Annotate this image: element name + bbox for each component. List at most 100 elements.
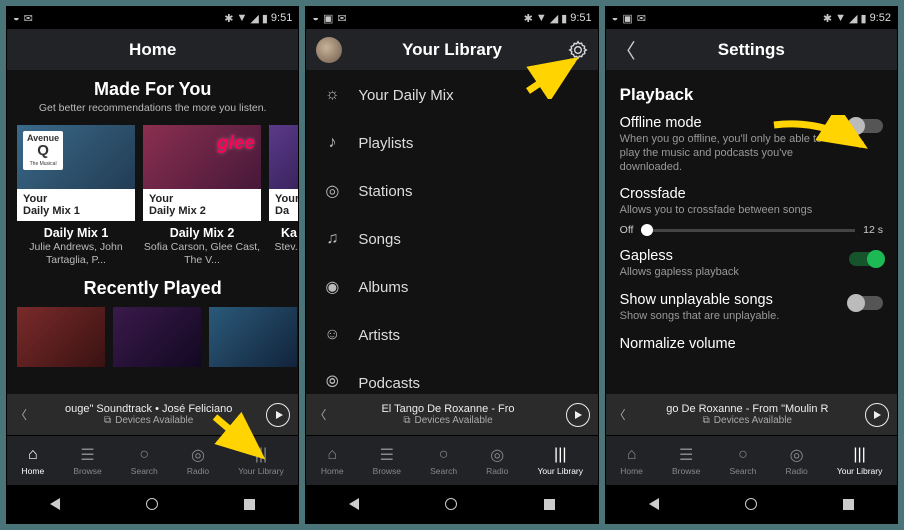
back-button[interactable]: [349, 498, 359, 510]
screenshot-icon: ▣: [323, 12, 333, 25]
home-button[interactable]: [745, 498, 757, 510]
card-title: Daily Mix 1: [17, 226, 135, 240]
card-subtitle: Stev...: [269, 241, 298, 254]
chevron-up-icon[interactable]: 〈: [314, 406, 326, 423]
card-subtitle: Sofia Carson, Glee Cast, The V...: [143, 241, 261, 266]
bottom-tabs: ⌂Home ☰Browse ○Search ◎Radio |||Your Lib…: [606, 435, 897, 485]
chevron-up-icon[interactable]: 〈: [15, 406, 27, 423]
slider-min: Off: [620, 224, 634, 236]
spotify-icon: ◒: [312, 12, 319, 24]
offline-title: Offline mode: [620, 115, 839, 131]
appbar: Your Library: [306, 29, 597, 71]
screenshot-icon: ▣: [622, 12, 632, 25]
recents-button[interactable]: [843, 499, 854, 510]
recently-played-card[interactable]: [113, 307, 201, 367]
library-row-playlists[interactable]: ♪ Playlists: [306, 119, 597, 167]
outlook-icon: ✉: [24, 12, 33, 25]
tab-home[interactable]: ⌂Home: [321, 446, 344, 476]
recently-played-card[interactable]: [17, 307, 105, 367]
tab-radio[interactable]: ◎Radio: [187, 446, 209, 476]
offline-toggle[interactable]: [849, 119, 883, 133]
tab-browse[interactable]: ☰Browse: [672, 446, 700, 476]
tab-search[interactable]: ○Search: [131, 446, 158, 476]
gapless-toggle[interactable]: [849, 252, 883, 266]
recently-played-row[interactable]: [7, 301, 298, 367]
offline-desc: When you go offline, you'll only be able…: [620, 133, 839, 174]
made-for-you-title: Made For You: [7, 79, 298, 100]
tab-radio[interactable]: ◎Radio: [786, 446, 808, 476]
radio-icon: ◎: [790, 446, 804, 464]
now-playing-bar[interactable]: 〈 ouge" Soundtrack • José Feliciano ⧉Dev…: [7, 393, 298, 435]
spotify-icon: ◒: [612, 12, 619, 24]
library-row-podcasts[interactable]: ⦾Podcasts: [306, 359, 597, 393]
library-row-albums[interactable]: ◉Albums: [306, 263, 597, 311]
back-button[interactable]: [50, 498, 60, 510]
library-row-artists[interactable]: ☺Artists: [306, 311, 597, 359]
library-content[interactable]: ☼Your Daily Mix ♪ Playlists ◎Stations ♫ Songs…: [306, 71, 597, 393]
recents-button[interactable]: [544, 499, 555, 510]
library-row-label: Playlists: [358, 135, 413, 152]
play-button[interactable]: [266, 403, 290, 427]
artists-icon: ☺: [322, 326, 342, 344]
library-row-songs[interactable]: ♫ Songs: [306, 215, 597, 263]
daily-mix-card[interactable]: AvenueQThe Musical Your Daily Mix 1 Dail…: [17, 125, 135, 266]
tab-radio[interactable]: ◎Radio: [486, 446, 508, 476]
library-row-label: Podcasts: [358, 375, 420, 392]
recently-played-card[interactable]: [209, 307, 297, 367]
tab-library[interactable]: |||Your Library: [538, 446, 584, 476]
tab-browse[interactable]: ☰Browse: [373, 446, 401, 476]
home-button[interactable]: [445, 498, 457, 510]
signal-icon: ◢: [250, 12, 258, 25]
devices-available[interactable]: ⧉Devices Available: [703, 415, 792, 426]
browse-icon: ☰: [80, 446, 94, 464]
home-content[interactable]: Made For You Get better recommendations …: [7, 71, 298, 393]
settings-content[interactable]: Playback Offline mode When you go offlin…: [606, 71, 897, 393]
play-button[interactable]: [865, 403, 889, 427]
play-button[interactable]: [566, 403, 590, 427]
crossfade-slider[interactable]: Off 12 s: [620, 224, 883, 236]
library-row-daily-mix[interactable]: ☼Your Daily Mix: [306, 71, 597, 119]
tab-search[interactable]: ○Search: [430, 446, 457, 476]
tab-search[interactable]: ○Search: [729, 446, 756, 476]
songs-icon: ♫: [322, 230, 342, 248]
slider-max: 12 s: [863, 224, 883, 236]
tab-browse[interactable]: ☰Browse: [73, 446, 101, 476]
unplayable-toggle[interactable]: [849, 296, 883, 310]
daily-mix-row[interactable]: AvenueQThe Musical Your Daily Mix 1 Dail…: [7, 115, 298, 266]
back-button[interactable]: 〈: [616, 35, 636, 64]
bluetooth-icon: ✱: [224, 12, 233, 25]
home-icon: ⌂: [28, 446, 38, 464]
tab-library[interactable]: |||Your Library: [238, 446, 284, 476]
playlists-icon: ♪: [322, 134, 342, 152]
avatar[interactable]: [316, 37, 342, 63]
library-row-label: Songs: [358, 231, 401, 248]
recents-button[interactable]: [244, 499, 255, 510]
back-button[interactable]: [649, 498, 659, 510]
home-button[interactable]: [146, 498, 158, 510]
daily-mix-card[interactable]: Your Da Ka Stev...: [269, 125, 298, 266]
home-icon: ⌂: [327, 446, 337, 464]
devices-available[interactable]: ⧉Devices Available: [104, 415, 193, 426]
now-playing-bar[interactable]: 〈 go De Roxanne - From "Moulin R ⧉Device…: [606, 393, 897, 435]
tab-library[interactable]: |||Your Library: [837, 446, 883, 476]
battery-icon: ▮: [861, 12, 867, 25]
setting-gapless: Gapless Allows gapless playback: [620, 248, 883, 280]
now-playing-bar[interactable]: 〈 El Tango De Roxanne - Fro ⧉Devices Ava…: [306, 393, 597, 435]
search-icon: ○: [439, 446, 449, 464]
library-row-stations[interactable]: ◎Stations: [306, 167, 597, 215]
wifi-icon: ▼: [835, 12, 846, 24]
crossfade-desc: Allows you to crossfade between songs: [620, 204, 883, 218]
statusbar: ◒ ▣ ✉ ✱ ▼ ◢ ▮ 9:51: [306, 7, 597, 29]
devices-available[interactable]: ⧉Devices Available: [403, 415, 492, 426]
tab-home[interactable]: ⌂Home: [620, 446, 643, 476]
tab-home[interactable]: ⌂Home: [22, 446, 45, 476]
clock: 9:51: [271, 12, 292, 24]
cover-label: Your Daily Mix 1: [17, 189, 135, 221]
card-subtitle: Julie Andrews, John Tartaglia, P...: [17, 241, 135, 266]
spotify-icon: ◒: [13, 12, 20, 24]
chevron-up-icon[interactable]: 〈: [614, 406, 626, 423]
daily-mix-card[interactable]: glee Your Daily Mix 2 Daily Mix 2 Sofia …: [143, 125, 261, 266]
settings-button[interactable]: [568, 40, 588, 60]
library-icon: |||: [853, 446, 865, 464]
bluetooth-icon: ✱: [823, 12, 832, 25]
